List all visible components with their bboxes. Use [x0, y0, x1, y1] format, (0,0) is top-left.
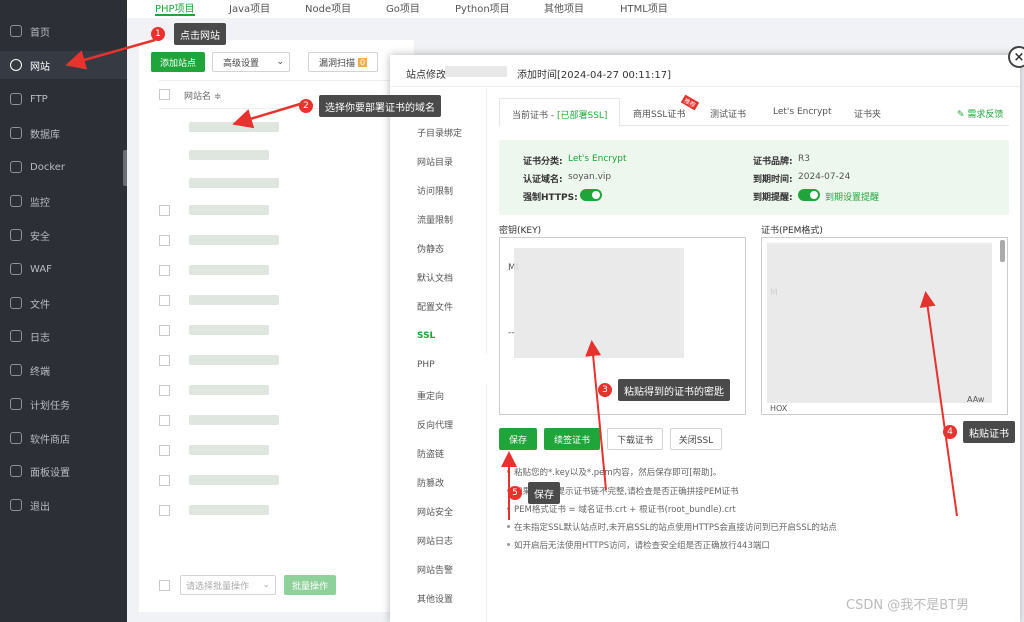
- step-label: 粘贴得到的证书的密匙: [618, 379, 730, 401]
- watermark: CSDN @我不是BT男: [846, 598, 970, 613]
- arrow-2: [232, 102, 301, 129]
- step-label: 保存: [528, 482, 560, 504]
- arrow-1: [65, 38, 156, 70]
- step-number: 4: [943, 425, 957, 439]
- step-number: 1: [151, 27, 165, 41]
- arrow-3: [585, 340, 607, 491]
- step-number: 3: [598, 383, 612, 397]
- annotation-arrows: [65, 38, 958, 520]
- step-label: 选择你要部署证书的域名: [319, 95, 441, 117]
- arrow-4: [919, 291, 958, 517]
- step-number: 2: [299, 99, 313, 113]
- step-number: 5: [508, 486, 522, 500]
- step-label: 粘贴证书: [963, 421, 1015, 443]
- step-label: 点击网站: [174, 23, 226, 45]
